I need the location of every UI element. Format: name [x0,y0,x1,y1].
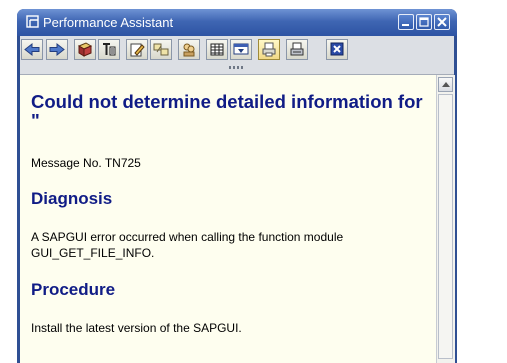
help-link-button[interactable] [150,39,172,60]
close-document-button[interactable] [326,39,348,60]
edit-button[interactable] [126,39,148,60]
forward-icon [49,42,65,57]
performance-assistant-window: Performance Assistant Could not determin… [17,9,457,363]
people-button[interactable] [178,39,200,60]
book-icon [77,42,93,57]
print-preview-button[interactable] [258,39,280,60]
back-icon [24,42,40,57]
diagnosis-line-2: GUI_GET_FILE_INFO. [31,246,155,260]
close-x-icon [330,42,344,56]
window-options-button[interactable] [230,39,252,60]
forward-button[interactable] [46,39,68,60]
print-button[interactable] [286,39,308,60]
help-link-icon [153,43,169,56]
splitter-grip[interactable] [20,64,454,75]
close-icon [437,17,447,27]
diagnosis-heading: Diagnosis [31,189,113,208]
window-app-icon [26,15,39,28]
scroll-thumb[interactable] [438,94,453,359]
glossary-button[interactable] [74,39,96,60]
toolbar [20,36,454,64]
maximize-icon [419,17,429,27]
print-icon [290,42,304,56]
grip-dots [229,66,245,69]
window-options-icon [233,43,249,55]
window-title: Performance Assistant [43,15,174,30]
procedure-heading: Procedure [31,280,116,299]
print-preview-icon [262,42,276,57]
minimize-button[interactable] [398,14,414,30]
title-bar[interactable]: Performance Assistant [17,9,457,36]
maximize-button[interactable] [416,14,432,30]
page-title: Could not determine detailed information… [31,91,423,131]
message-number: Message No. TN725 [31,156,141,170]
vertical-scrollbar[interactable] [436,75,455,363]
table-button[interactable] [206,39,228,60]
diagnosis-line-1: A SAPGUI error occurred when calling the… [31,230,344,244]
back-button[interactable] [21,39,43,60]
people-icon [183,43,195,57]
help-content: Could not determine detailed information… [20,75,436,363]
technical-info-button[interactable] [98,39,120,60]
technical-info-icon [103,43,116,56]
procedure-text: Install the latest version of the SAPGUI… [31,321,242,335]
edit-icon [130,43,145,57]
table-icon [210,43,224,56]
chevron-up-icon [442,82,450,87]
scroll-up-button[interactable] [438,77,453,92]
close-window-button[interactable] [434,14,450,30]
minimize-icon [402,24,409,26]
